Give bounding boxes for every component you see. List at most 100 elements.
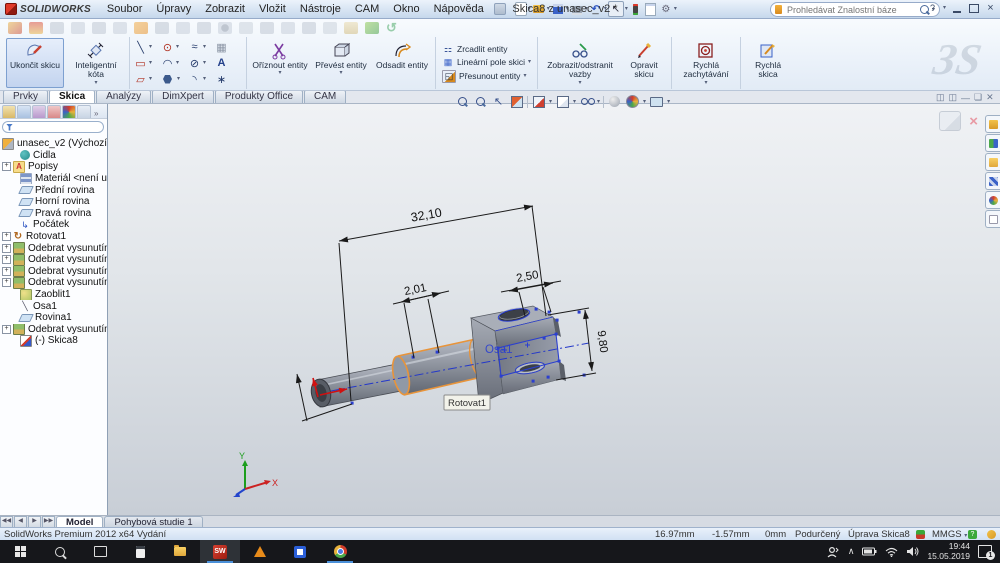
- arc-tool-icon[interactable]: ◠: [161, 57, 174, 70]
- tree-item-material[interactable]: Materiál <není určen>: [2, 173, 107, 185]
- dim-fork-height[interactable]: 9,80: [595, 330, 610, 354]
- featuremanager-tree-tab[interactable]: [2, 105, 16, 118]
- view-palette-tab[interactable]: [985, 172, 1000, 190]
- dimxpertmanager-tab[interactable]: [47, 105, 61, 118]
- volume-icon[interactable]: [906, 546, 919, 557]
- axis-label[interactable]: Osa1: [485, 344, 513, 356]
- expand-icon[interactable]: +: [2, 162, 11, 171]
- expand-icon[interactable]: +: [2, 232, 11, 241]
- rectangle-caret-icon[interactable]: ▾: [149, 60, 152, 66]
- minimize-button[interactable]: [950, 2, 963, 14]
- help-icon[interactable]: ?: [926, 2, 939, 14]
- expand-icon[interactable]: +: [2, 278, 11, 287]
- tree-item-skica8[interactable]: (-) Skica8: [2, 335, 107, 347]
- expand-icon[interactable]: +: [2, 255, 11, 264]
- legacy-sketch-icon[interactable]: [8, 22, 22, 34]
- tab-cam[interactable]: CAM: [304, 90, 346, 103]
- line-caret-icon[interactable]: ▾: [149, 44, 152, 50]
- legacy-cut-icon[interactable]: [113, 22, 127, 34]
- exit-sketch-button[interactable]: Ukončit skicu: [6, 38, 64, 88]
- tree-item-odebrat3[interactable]: + Odebrat vysunutím3: [2, 266, 107, 278]
- apply-scene-caret-icon[interactable]: ▾: [643, 99, 646, 105]
- resources-tab[interactable]: [985, 115, 1000, 133]
- text-tool-icon[interactable]: A: [215, 57, 228, 69]
- battery-icon[interactable]: [862, 547, 877, 556]
- move-entities-button[interactable]: ◱ Přesunout entity ▾: [440, 70, 533, 83]
- tree-item-zaoblit1[interactable]: Zaoblit1: [2, 289, 107, 301]
- new-caret-icon[interactable]: ▾: [528, 6, 531, 12]
- menu-upravy[interactable]: Úpravy: [149, 2, 198, 16]
- ellipse-tool-icon[interactable]: ⊘: [188, 57, 201, 70]
- rectangle-tool-icon[interactable]: ▭: [134, 57, 147, 70]
- offset-entities-button[interactable]: Odsadit entity: [373, 38, 431, 88]
- menu-cam[interactable]: CAM: [348, 2, 386, 16]
- units-caret-icon[interactable]: ▾: [964, 533, 967, 539]
- ellipse-caret-icon[interactable]: ▾: [203, 60, 206, 66]
- menu-nastroje[interactable]: Nástroje: [293, 2, 348, 16]
- wifi-icon[interactable]: [885, 547, 898, 557]
- tree-item-rotovat1[interactable]: + ↻ Rotovat1: [2, 231, 107, 243]
- slot-caret-icon[interactable]: ▾: [149, 76, 152, 82]
- legacy-fillet-icon[interactable]: [155, 22, 169, 34]
- view-settings-caret-icon[interactable]: ▾: [667, 99, 670, 105]
- save-icon[interactable]: [551, 2, 565, 16]
- graphics-area[interactable]: 32,10 2,01 2,50 9,80 Osa1 Rotovat1: [108, 103, 1000, 515]
- confirm-sketch-icon[interactable]: [939, 111, 961, 131]
- section-view-icon[interactable]: [509, 94, 524, 109]
- configurationmanager-tab[interactable]: [32, 105, 46, 118]
- legacy-measure-icon[interactable]: [365, 22, 379, 34]
- menu-zobrazit[interactable]: Zobrazit: [198, 2, 252, 16]
- view-orientation-icon[interactable]: [531, 94, 546, 109]
- tree-item-rovina1[interactable]: Rovina1: [2, 312, 107, 324]
- expand-icon[interactable]: +: [2, 267, 11, 276]
- expand-icon[interactable]: +: [2, 325, 11, 334]
- hide-show-items-icon[interactable]: [579, 94, 594, 109]
- displaymanager-tab[interactable]: [62, 105, 76, 118]
- legacy-undo-icon[interactable]: ↺: [386, 20, 397, 36]
- dim-slot-width[interactable]: 2,50: [515, 269, 539, 285]
- tree-item-cidla[interactable]: Čidla: [2, 150, 107, 162]
- custom-properties-tab[interactable]: [985, 210, 1000, 228]
- linear-pattern-caret-icon[interactable]: ▾: [528, 59, 531, 65]
- tree-item-odebrat5[interactable]: + Odebrat vysunutím5: [2, 324, 107, 336]
- tab-skica[interactable]: Skica: [49, 90, 95, 103]
- convert-entities-button[interactable]: Převést entity ▾: [312, 38, 370, 88]
- rebuild-icon[interactable]: [629, 2, 643, 16]
- doc-split1-icon[interactable]: ◫: [936, 92, 945, 103]
- dim-step[interactable]: 2,01: [403, 282, 427, 298]
- legacy-revolve-icon[interactable]: [29, 22, 43, 34]
- rapid-sketch-button[interactable]: Rychlá skica: [745, 38, 791, 88]
- people-icon[interactable]: [827, 546, 840, 558]
- search-input[interactable]: [785, 4, 917, 16]
- tree-item-osa1[interactable]: ╲ Osa1: [2, 300, 107, 312]
- design-library-tab[interactable]: [985, 134, 1000, 152]
- polygon-caret-icon[interactable]: ▾: [177, 76, 180, 82]
- apply-scene-icon[interactable]: [625, 94, 640, 109]
- open-caret-icon[interactable]: ▾: [547, 6, 550, 12]
- slot-tool-icon[interactable]: ▱: [134, 73, 147, 86]
- paint-app-icon[interactable]: [280, 540, 320, 563]
- edit-appearance-icon[interactable]: [607, 94, 622, 109]
- circle-caret-icon[interactable]: ▾: [176, 44, 179, 50]
- legacy-hole-icon[interactable]: [218, 22, 232, 34]
- expand-icon[interactable]: +: [2, 244, 11, 253]
- legacy-cube2-icon[interactable]: [260, 22, 274, 34]
- knowledge-search[interactable]: ▾: [770, 2, 940, 17]
- filter-tab[interactable]: [77, 105, 91, 118]
- sketch-picture-icon[interactable]: ▦: [215, 41, 228, 54]
- start-button[interactable]: [0, 540, 40, 563]
- doc-split2-icon[interactable]: ◫: [949, 92, 958, 103]
- legacy-draft-icon[interactable]: [323, 22, 337, 34]
- point-tool-icon[interactable]: ∗: [215, 73, 228, 86]
- tab-dimxpert[interactable]: DimXpert: [152, 90, 214, 103]
- line-tool-icon[interactable]: ╲: [134, 41, 147, 54]
- open-icon[interactable]: [532, 2, 546, 16]
- spline-tool-icon[interactable]: ≈: [188, 41, 201, 53]
- view-orientation-caret-icon[interactable]: ▾: [549, 99, 552, 105]
- arc-caret-icon[interactable]: ▾: [176, 60, 179, 66]
- appearances-tab[interactable]: [985, 191, 1000, 209]
- undo-caret-icon[interactable]: ▾: [604, 6, 607, 12]
- mirror-entities-button[interactable]: ⚏ Zrcadlit entity: [440, 44, 533, 55]
- tab-analyzy[interactable]: Analýzy: [96, 90, 151, 103]
- doc-minimize-icon[interactable]: —: [961, 93, 970, 103]
